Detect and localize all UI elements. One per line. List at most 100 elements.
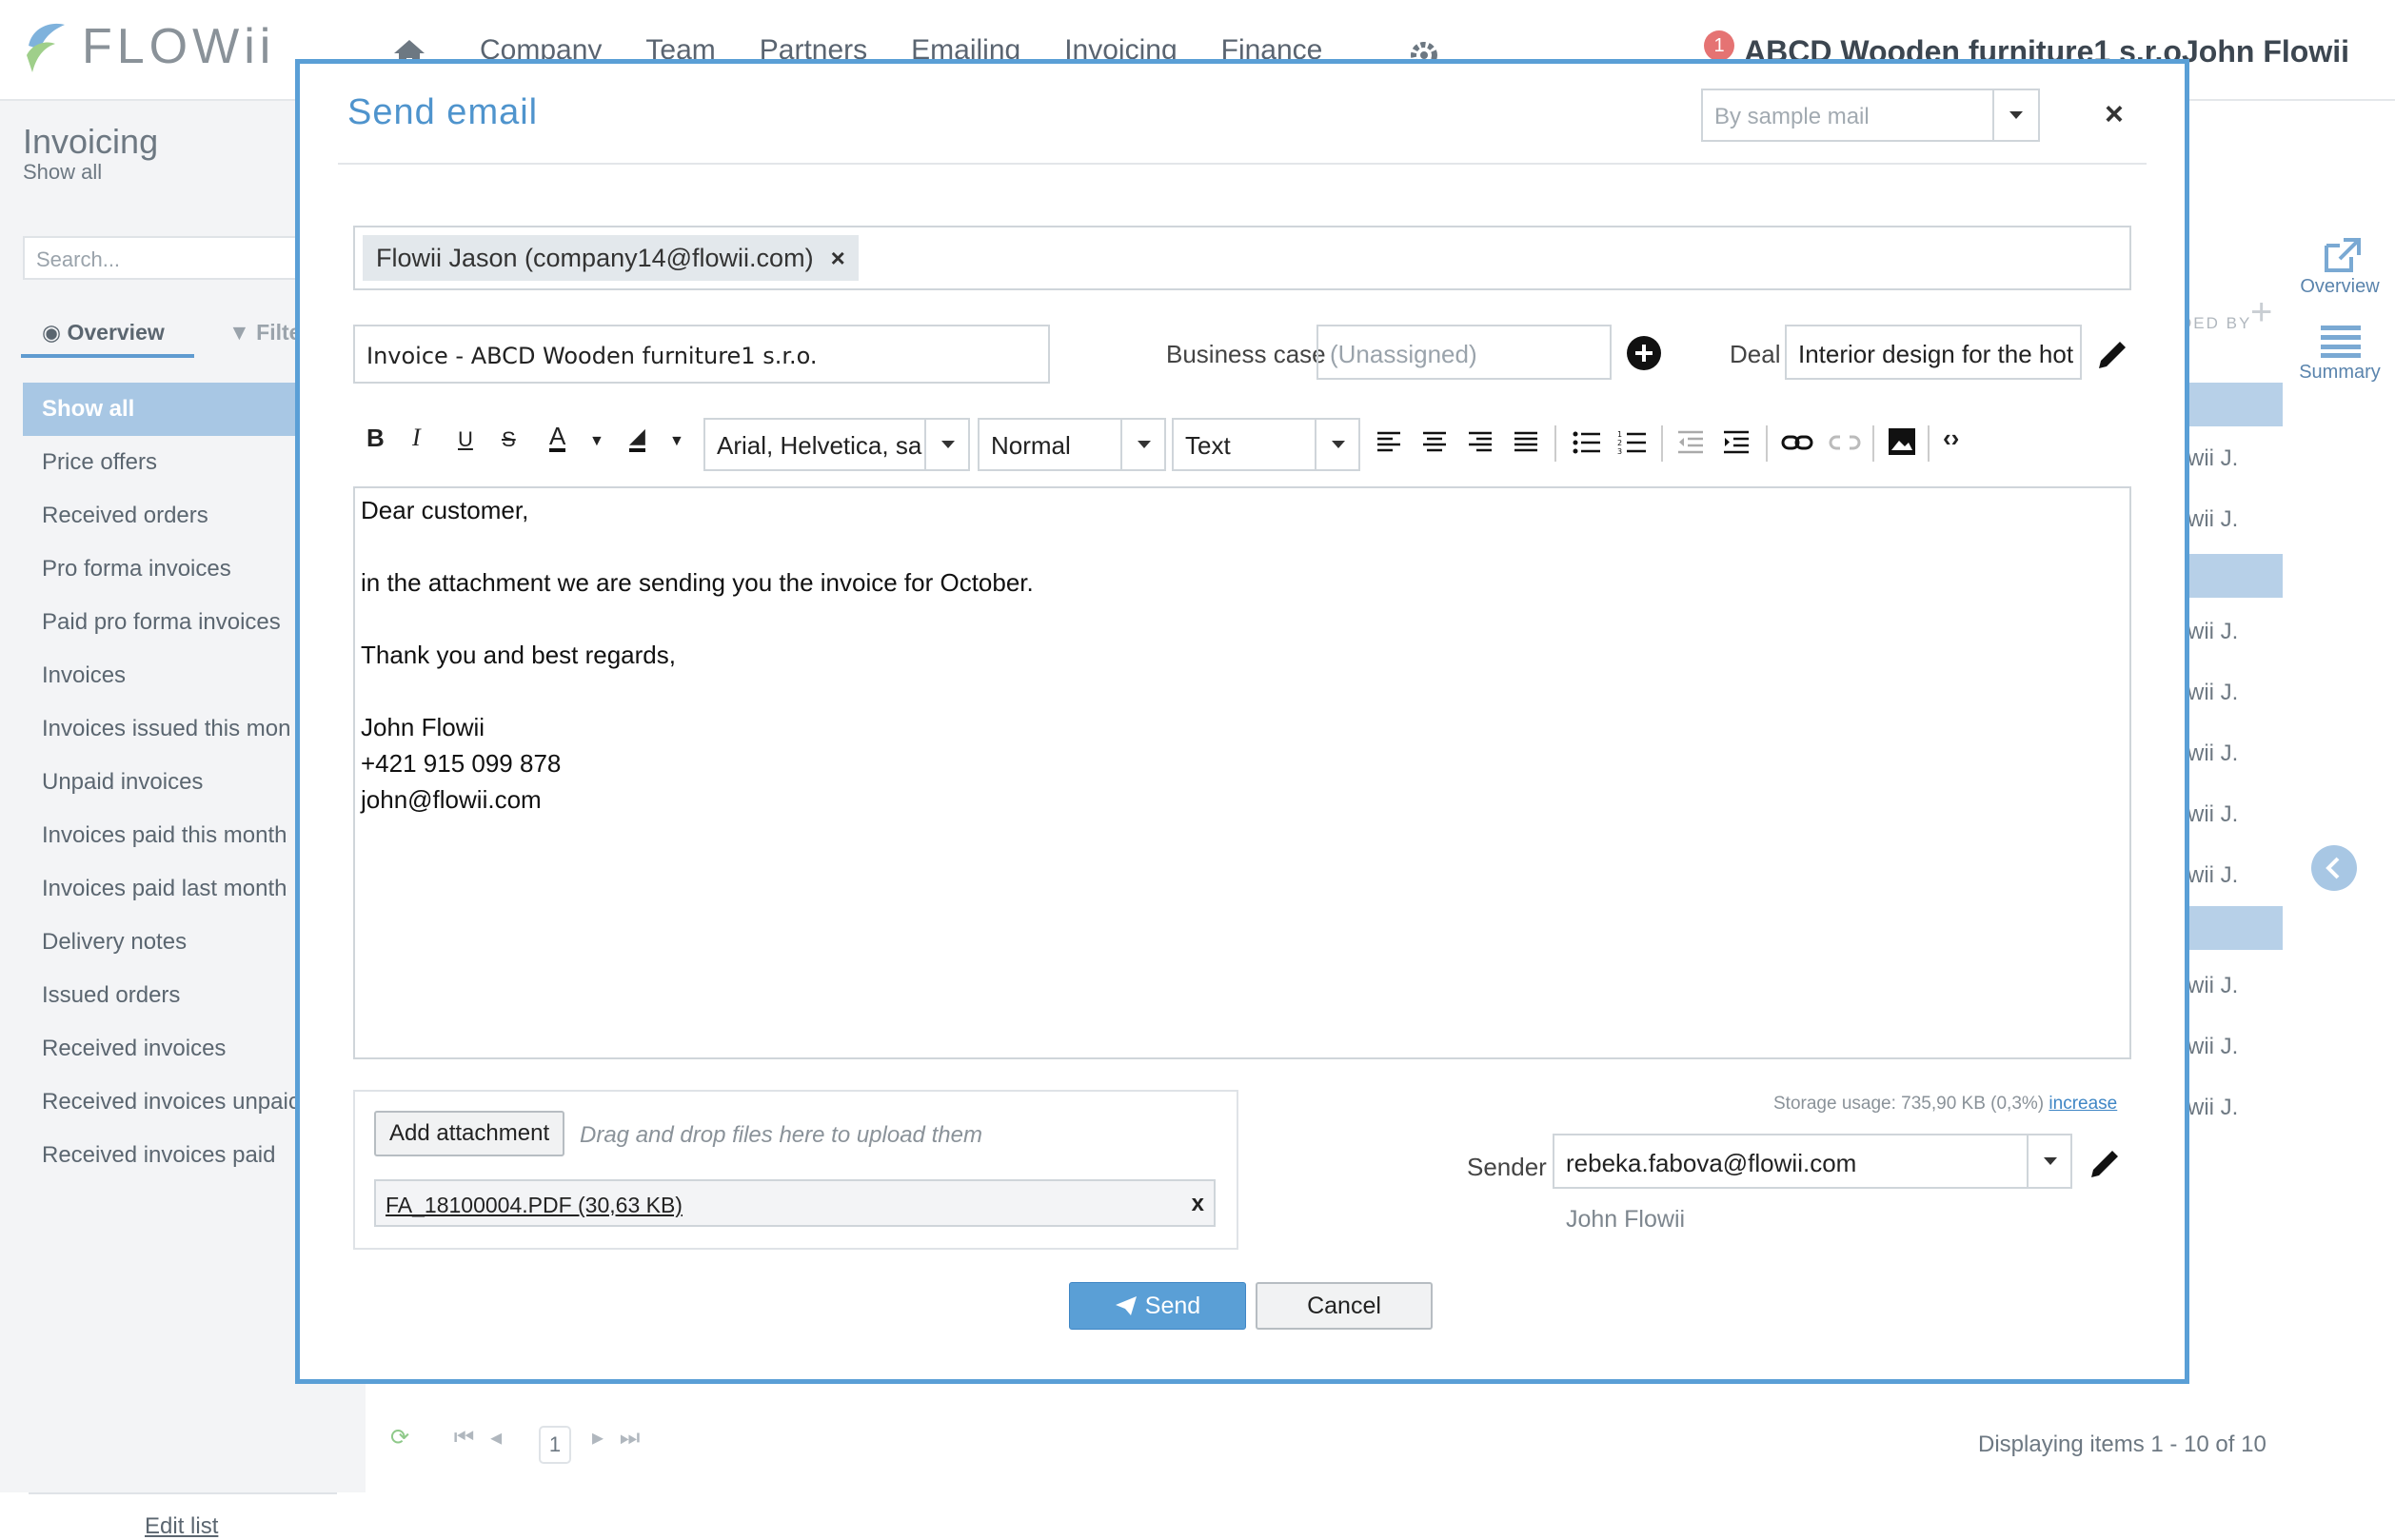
storage-text: Storage usage: 735,90 KB (0,3%) [1773,1094,2045,1114]
tab-overview-label: Overview [67,320,165,345]
dropdown-arrow[interactable] [1315,420,1358,469]
send-button[interactable]: Send [1069,1282,1246,1330]
link-icon[interactable] [1781,429,1813,456]
bold-icon[interactable]: B [366,424,385,453]
source-code-icon[interactable]: ‹› [1943,424,1959,453]
table-row[interactable]: wii J. [2187,740,2238,767]
caret-down-icon [941,441,955,448]
drop-zone-hint: Drag and drop files here to upload them [580,1122,982,1148]
text-color-dropdown-icon[interactable]: ▼ [589,433,604,450]
body-greeting: Dear customer, [361,496,529,524]
attachment-panel[interactable]: Add attachment Drag and drop files here … [353,1090,1238,1250]
font-family-select[interactable]: Arial, Helvetica, sa [703,418,970,471]
sender-select[interactable]: rebeka.fabova@flowii.com [1553,1134,2072,1189]
attachment-link[interactable]: FA_18100004.PDF (30,63 KB) [386,1193,683,1218]
attachment-item: FA_18100004.PDF (30,63 KB) x [374,1179,1216,1227]
business-case-input[interactable]: (Unassigned) [1316,325,1612,380]
toolbar-separator [1928,425,1930,462]
pagination-next: ▸ ⏭ [592,1424,640,1451]
toolbar-separator [1766,425,1768,462]
align-justify-icon[interactable] [1513,429,1539,456]
user-name[interactable]: John Flowii [2182,34,2349,69]
table-row[interactable]: wii J. [2187,680,2238,706]
edit-deal-pencil-icon[interactable] [2095,336,2131,372]
deal-input[interactable]: Interior design for the hot [1785,325,2082,380]
strikethrough-icon[interactable]: S [502,427,516,452]
external-link-icon[interactable] [2323,236,2363,274]
table-row[interactable]: wii J. [2187,1034,2238,1060]
svg-text:1: 1 [1617,430,1622,439]
subject-input[interactable]: Invoice - ABCD Wooden furniture1 s.r.o. [353,325,1050,384]
numbered-list-icon[interactable]: 123 [1617,429,1646,456]
increase-storage-link[interactable]: increase [2049,1094,2117,1114]
table-row[interactable]: wii J. [2187,801,2238,828]
send-label: Send [1144,1292,1201,1319]
refresh-icon[interactable]: ⟳ [390,1425,409,1451]
dropdown-arrow[interactable] [1120,420,1164,469]
font-size-select[interactable]: Normal [978,418,1166,471]
recipients-field[interactable]: Flowii Jason (company14@flowii.com) × [353,226,2131,290]
notification-badge[interactable]: 1 [1704,30,1734,61]
table-row[interactable]: wii J. [2187,973,2238,999]
chevron-left-icon [2326,857,2340,879]
sender-name: John Flowii [1566,1206,1686,1233]
align-center-icon[interactable] [1421,429,1448,456]
edit-sender-pencil-icon[interactable] [2088,1145,2124,1181]
image-icon[interactable] [1888,427,1916,456]
tab-overview[interactable]: ◉ Overview [42,320,165,346]
table-row[interactable]: wii J. [2187,445,2238,472]
table-row[interactable]: wii J. [2187,862,2238,889]
bullet-list-icon[interactable] [1572,429,1600,456]
indent-icon[interactable] [1722,429,1751,456]
align-right-icon[interactable] [1467,429,1494,456]
message-body-editor[interactable]: Dear customer, in the attachment we are … [353,486,2131,1059]
text-color-icon[interactable]: A [549,424,566,452]
remove-recipient-icon[interactable]: × [831,235,845,281]
collapse-panel-button[interactable] [2311,845,2357,891]
unlink-icon[interactable] [1829,429,1861,456]
last-page-icon[interactable]: ⏭ [620,1425,641,1451]
rail-overview-label[interactable]: Overview [2285,276,2395,298]
sample-mail-select[interactable]: By sample mail [1701,89,2040,142]
list-icon[interactable] [2321,324,2361,358]
rail-summary-label[interactable]: Summary [2285,362,2395,384]
flowii-logo-icon [27,23,65,72]
item-count: Displaying items 1 - 10 of 10 [1978,1431,2266,1457]
fill-color-dropdown-icon[interactable]: ▼ [669,433,684,450]
dropdown-arrow[interactable] [1992,90,2038,140]
tab-underline [21,354,194,358]
toolbar-separator [1554,425,1556,462]
table-row[interactable]: wii J. [2187,619,2238,645]
page-number[interactable]: 1 [539,1426,571,1464]
format-select[interactable]: Text [1172,418,1360,471]
add-attachment-button[interactable]: Add attachment [374,1111,565,1156]
prev-page-icon[interactable]: ◂ [490,1425,502,1451]
dropdown-arrow[interactable] [2027,1135,2070,1187]
table-row-highlight [2189,383,2283,426]
italic-icon[interactable]: I [412,424,421,452]
cancel-button[interactable]: Cancel [1256,1282,1433,1330]
section-title: Invoicing [23,122,159,161]
table-row[interactable]: wii J. [2187,506,2238,533]
tab-filter[interactable]: ▼ Filte [228,320,301,346]
dropdown-arrow[interactable] [924,420,968,469]
edit-list-link[interactable]: Edit list [145,1513,218,1540]
column-header[interactable]: DED BY [2180,314,2251,333]
first-page-icon[interactable]: ⏮ [454,1425,475,1451]
recipient-label: Flowii Jason (company14@flowii.com) [376,244,814,272]
flowii-logo[interactable]: FLOWii [23,17,275,76]
align-left-icon[interactable] [1376,429,1402,456]
signature-email: john@flowii.com [361,785,542,814]
close-icon[interactable]: × [2105,96,2124,133]
next-page-icon[interactable]: ▸ [592,1425,604,1451]
table-row[interactable]: wii J. [2187,1095,2238,1121]
remove-attachment-icon[interactable]: x [1192,1191,1204,1217]
recipient-chip[interactable]: Flowii Jason (company14@flowii.com) × [363,235,859,281]
outdent-icon[interactable] [1676,429,1705,456]
body-line: in the attachment we are sending you the… [361,568,1034,597]
fill-color-icon[interactable]: ◢ [629,424,645,452]
add-column-icon[interactable]: + [2250,291,2272,334]
underline-icon[interactable]: U [458,427,473,452]
add-business-case-icon[interactable] [1625,334,1663,372]
